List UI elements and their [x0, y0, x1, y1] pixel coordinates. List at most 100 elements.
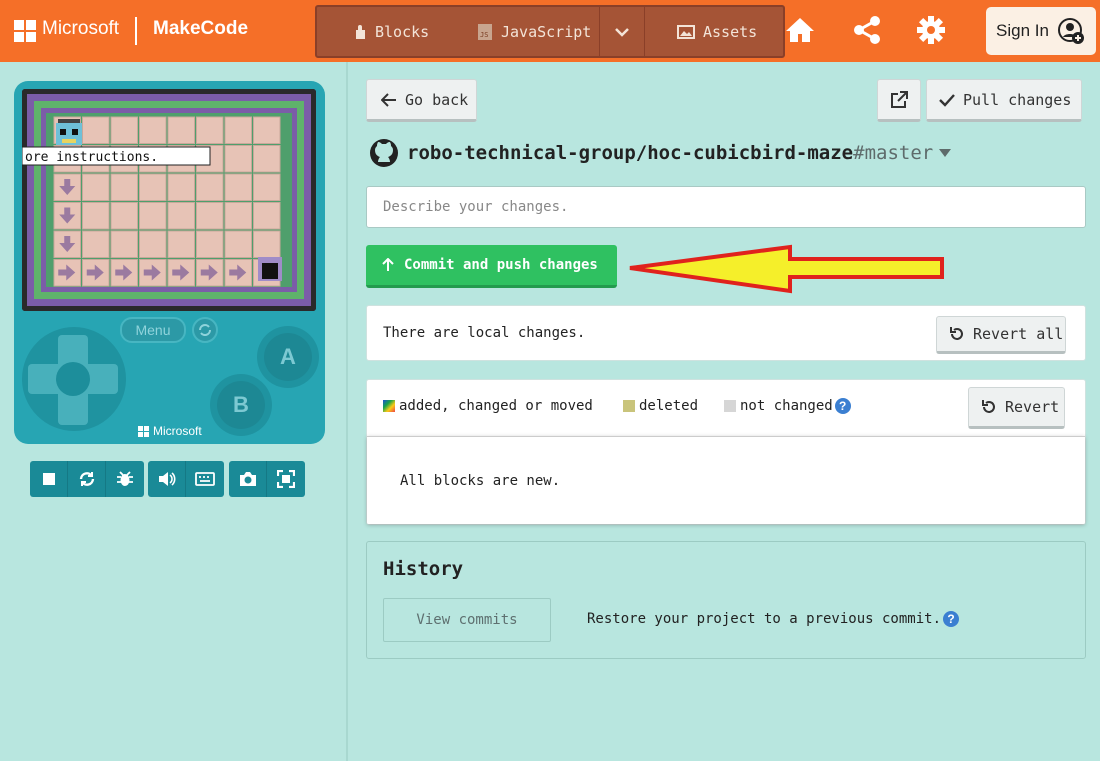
maze-tile	[253, 202, 281, 230]
tab-javascript[interactable]: JS JavaScript	[465, 7, 603, 56]
maze-tile	[196, 173, 224, 201]
maze-tile	[253, 230, 281, 258]
tab-assets[interactable]: Assets	[665, 7, 769, 56]
chevron-down-icon	[615, 27, 629, 37]
menu-label: Menu	[135, 322, 171, 338]
game-screen[interactable]: ore instructions.	[22, 89, 316, 311]
maze-tile	[224, 173, 252, 201]
help-icon[interactable]: ?	[943, 611, 960, 627]
fullscreen-icon	[277, 470, 295, 488]
user-add-icon	[1057, 18, 1084, 44]
external-link-icon	[891, 90, 908, 108]
revert-all-button[interactable]: Revert all	[936, 316, 1066, 354]
puzzle-icon	[356, 24, 365, 39]
maze-tile	[253, 116, 281, 144]
check-icon	[939, 93, 955, 107]
legend-not-changed-label: not changed	[740, 398, 833, 414]
b-button-label: B	[217, 381, 265, 429]
go-back-button[interactable]: Go back	[366, 79, 477, 122]
robot-sprite	[56, 119, 82, 145]
maze-tile	[139, 116, 167, 144]
history-section: History View commits Restore your projec…	[366, 541, 1086, 659]
maze-tile	[253, 173, 281, 201]
image-icon	[677, 24, 695, 39]
legend-not-changed: not changed ?	[724, 398, 851, 414]
maze-tile	[224, 202, 252, 230]
tab-javascript-label: JavaScript	[501, 22, 592, 41]
sign-in-button[interactable]: Sign In	[986, 7, 1096, 55]
pull-changes-button[interactable]: Pull changes	[926, 79, 1082, 122]
pull-changes-label: Pull changes	[963, 90, 1072, 109]
commit-message-input[interactable]	[366, 186, 1086, 228]
menu-button[interactable]: Menu	[120, 317, 186, 343]
maze-tile	[110, 202, 138, 230]
reset-button[interactable]	[192, 317, 218, 343]
help-icon[interactable]: ?	[834, 398, 851, 414]
a-button[interactable]: A	[257, 326, 319, 388]
maze-tile	[224, 230, 252, 258]
top-bar: Microsoft MakeCode Blocks JS JavaScript …	[0, 0, 1100, 62]
maze-tile	[253, 145, 281, 173]
maze-tile	[82, 173, 110, 201]
sound-button[interactable]	[148, 461, 186, 497]
debug-icon	[117, 471, 133, 486]
legend-added-label: added, changed or moved	[399, 398, 593, 414]
repo-name[interactable]: robo-technical-group/hoc-cubicbird-maze	[407, 142, 853, 164]
maze-tile	[110, 230, 138, 258]
fullscreen-button[interactable]	[267, 461, 305, 497]
screenshot-button[interactable]	[229, 461, 267, 497]
mode-divider	[644, 7, 645, 56]
open-in-github-button[interactable]	[877, 79, 921, 122]
debug-button[interactable]	[106, 461, 144, 497]
repo-header: robo-technical-group/hoc-cubicbird-maze …	[369, 137, 952, 169]
restore-text: Restore your project to a previous commi…	[587, 611, 942, 627]
revert-button[interactable]: Revert	[968, 387, 1065, 429]
share-icon[interactable]	[851, 14, 883, 46]
tab-blocks[interactable]: Blocks	[341, 7, 441, 56]
commit-push-button[interactable]: Commit and push changes	[366, 245, 617, 288]
language-dropdown-button[interactable]	[600, 7, 644, 56]
view-commits-button[interactable]: View commits	[383, 598, 551, 642]
sign-in-label: Sign In	[996, 21, 1049, 40]
gear-icon[interactable]	[915, 14, 947, 46]
maze-tile	[167, 202, 195, 230]
a-button-label: A	[264, 333, 312, 381]
maze-tile	[82, 116, 110, 144]
branch-selector[interactable]: #master	[853, 142, 952, 164]
restart-button[interactable]	[68, 461, 106, 497]
local-changes-card: There are local changes. Revert all	[366, 305, 1086, 361]
brand-divider	[135, 17, 137, 45]
maze-tile	[167, 230, 195, 258]
maze-tile	[82, 230, 110, 258]
legend-deleted: deleted	[623, 398, 698, 414]
maze-tile	[224, 116, 252, 144]
stop-button[interactable]	[30, 461, 68, 497]
local-changes-text: There are local changes.	[383, 325, 586, 341]
commit-push-label: Commit and push changes	[404, 257, 598, 273]
brand-microsoft[interactable]: Microsoft	[42, 18, 119, 40]
maze-tile	[224, 145, 252, 173]
brand-makecode[interactable]: MakeCode	[153, 18, 248, 40]
annotation-arrow-icon	[629, 244, 944, 294]
editor-mode-switcher: Blocks JS JavaScript Assets	[315, 5, 785, 58]
screen-message: ore instructions.	[25, 150, 158, 165]
arrow-up-icon	[382, 258, 394, 271]
maze-tile	[110, 173, 138, 201]
arrow-left-icon	[381, 92, 396, 107]
keyboard-button[interactable]	[186, 461, 224, 497]
microsoft-logo-icon	[138, 425, 149, 437]
maze-tile	[139, 230, 167, 258]
maze-tile	[167, 173, 195, 201]
js-file-icon: JS	[478, 23, 492, 40]
b-button[interactable]: B	[210, 374, 272, 436]
home-icon[interactable]	[784, 14, 816, 46]
history-title: History	[383, 558, 464, 580]
view-commits-label: View commits	[416, 612, 518, 628]
dpad-center	[56, 362, 90, 396]
rainbow-swatch-icon	[383, 400, 395, 412]
maze-tile	[196, 230, 224, 258]
revert-all-label: Revert all	[973, 325, 1064, 343]
legend-deleted-label: deleted	[639, 398, 699, 414]
deleted-swatch-icon	[623, 400, 635, 412]
tab-assets-label: Assets	[703, 22, 758, 41]
